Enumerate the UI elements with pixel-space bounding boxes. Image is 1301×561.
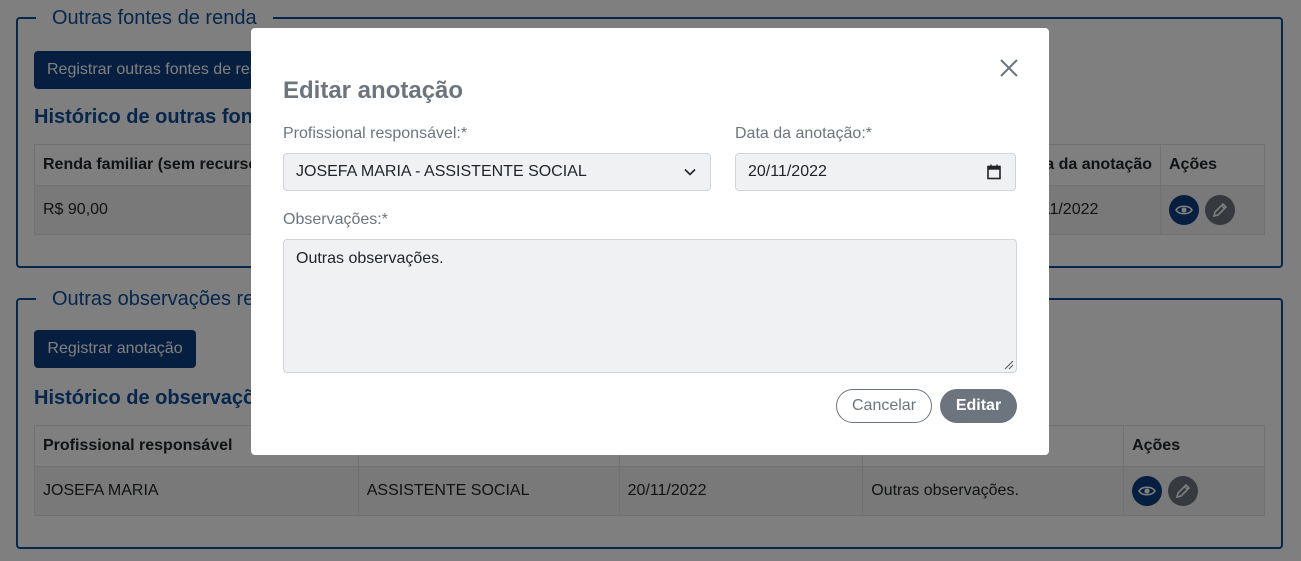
notes-label: Observações:* xyxy=(283,211,388,228)
date-input[interactable]: 20/11/2022 xyxy=(735,153,1016,191)
chevron-down-icon xyxy=(684,168,696,176)
professional-value: JOSEFA MARIA - ASSISTENTE SOCIAL xyxy=(296,163,587,180)
professional-select[interactable]: JOSEFA MARIA - ASSISTENTE SOCIAL xyxy=(283,153,711,191)
notes-textarea[interactable]: Outras observações. xyxy=(283,239,1017,373)
edit-submit-button[interactable]: Editar xyxy=(940,389,1017,423)
cancel-button[interactable]: Cancelar xyxy=(836,389,932,423)
professional-label: Profissional responsável:* xyxy=(283,125,468,142)
calendar-icon[interactable] xyxy=(987,164,1001,180)
modal-title: Editar anotação xyxy=(283,77,464,104)
resize-grip-icon[interactable] xyxy=(1004,360,1014,370)
date-label: Data da anotação:* xyxy=(735,125,872,142)
close-icon[interactable] xyxy=(997,56,1021,80)
edit-note-modal: Editar anotação Profissional responsável… xyxy=(251,28,1049,455)
date-value: 20/11/2022 xyxy=(748,163,827,180)
notes-value: Outras observações. xyxy=(296,250,444,267)
